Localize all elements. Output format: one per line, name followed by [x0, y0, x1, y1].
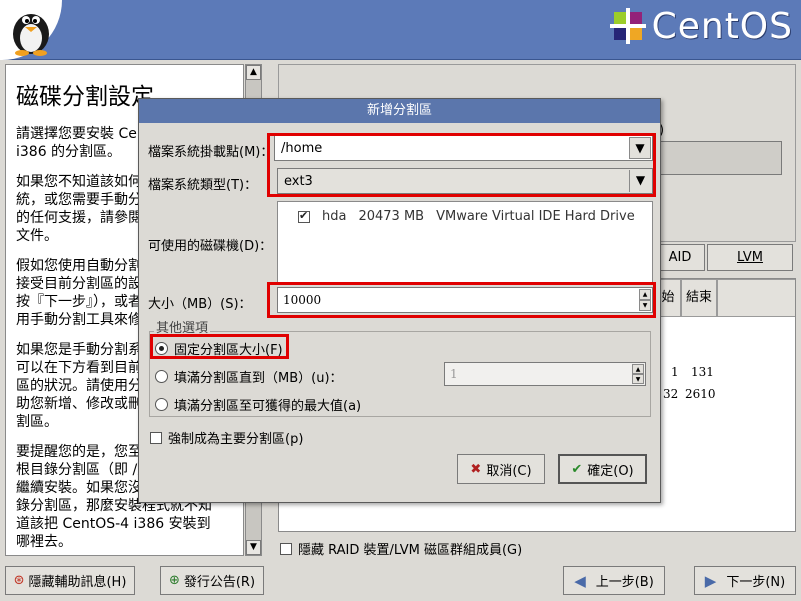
mount-point-value: /home: [281, 141, 323, 156]
left-arrow-icon: ◀: [574, 571, 586, 590]
fs-type-select[interactable]: ext3 ▼: [277, 168, 653, 194]
spinner-arrows[interactable]: ▲ ▼: [639, 289, 651, 311]
fs-type-value: ext3: [284, 174, 313, 189]
column-header-blank[interactable]: [717, 279, 795, 317]
fill-to-spinner[interactable]: 1 ▲ ▼: [444, 362, 646, 386]
back-button[interactable]: ◀ 上一步(B): [563, 566, 665, 595]
spin-up-icon[interactable]: ▲: [632, 364, 644, 374]
hide-raid-checkbox[interactable]: [280, 542, 292, 555]
next-label: 下一步(N): [726, 575, 786, 590]
centos-logo-text: CentOS: [651, 5, 793, 47]
mount-point-combo[interactable]: /home ▼: [274, 135, 653, 161]
scroll-down-arrow-icon[interactable]: ▼: [246, 540, 261, 555]
hide-help-label: 隱藏輔助訊息(H): [28, 575, 127, 590]
fill-to-radio[interactable]: [155, 370, 168, 383]
force-primary-checkbox[interactable]: [150, 431, 162, 444]
checkmark-icon: ✔: [571, 461, 583, 477]
hide-raid-checkbox-row[interactable]: 隱藏 RAID 裝置/LVM 磁區群組成員(G): [280, 539, 522, 558]
force-primary-label: 強制成為主要分割區(p): [168, 432, 304, 447]
chevron-down-icon[interactable]: ▼: [629, 170, 651, 192]
drive-checkbox[interactable]: [298, 209, 310, 223]
centos-logo: CentOS: [609, 5, 793, 47]
back-label: 上一步(B): [595, 575, 654, 590]
ok-label: 確定(O): [587, 463, 634, 479]
drive-row[interactable]: hda 20473 MB VMware Virtual IDE Hard Dri…: [298, 209, 647, 224]
fill-max-radio[interactable]: [155, 398, 168, 411]
size-spinner[interactable]: 10000 ▲ ▼: [277, 287, 653, 313]
release-notes-label: 發行公告(R): [183, 575, 256, 590]
spinner-arrows[interactable]: ▲ ▼: [632, 364, 644, 384]
table-cell-start: 32: [663, 387, 679, 401]
lvm-button[interactable]: LVM: [707, 244, 793, 271]
raid-button[interactable]: AID: [655, 244, 705, 271]
drives-label: 可使用的磁碟機(D)：: [148, 239, 273, 254]
document-icon: ⊕: [168, 573, 180, 588]
hide-help-button[interactable]: ⊛ 隱藏輔助訊息(H): [5, 566, 135, 595]
fixed-size-radio[interactable]: [155, 342, 168, 355]
drive-list[interactable]: hda 20473 MB VMware Virtual IDE Hard Dri…: [277, 201, 653, 283]
fixed-size-label: 固定分割區大小(F): [174, 343, 283, 358]
fixed-size-radio-row[interactable]: 固定分割區大小(F): [155, 339, 283, 358]
scroll-up-arrow-icon[interactable]: ▲: [246, 65, 261, 80]
fill-max-radio-row[interactable]: 填滿分割區至可獲得的最大值(a): [155, 395, 361, 414]
dialog-title: 新增分割區: [139, 99, 660, 123]
size-value: 10000: [283, 293, 322, 307]
chevron-down-icon[interactable]: ▼: [629, 137, 651, 159]
table-cell-start: 1: [671, 365, 679, 379]
fs-type-label: 檔案系統類型(T)：: [148, 178, 258, 193]
cancel-button[interactable]: ✖ 取消(C): [457, 454, 545, 484]
lifebuoy-icon: ⊛: [13, 573, 25, 588]
ok-button[interactable]: ✔ 確定(O): [558, 454, 647, 484]
spin-down-icon[interactable]: ▼: [632, 374, 644, 384]
hide-raid-label: 隱藏 RAID 裝置/LVM 磁區群組成員(G): [298, 543, 523, 558]
lvm-button-label: LVM: [737, 250, 763, 265]
fill-to-radio-row[interactable]: 填滿分割區直到（MB）(u)：: [155, 367, 343, 386]
release-notes-button[interactable]: ⊕ 發行公告(R): [160, 566, 264, 595]
fill-to-value: 1: [450, 367, 458, 381]
column-header-end[interactable]: 結束: [681, 279, 717, 317]
add-partition-dialog: 新增分割區 檔案系統掛載點(M)： /home ▼ 檔案系統類型(T)： ext…: [138, 98, 661, 503]
table-cell-end: 2610: [685, 387, 716, 401]
next-button[interactable]: ▶ 下一步(N): [694, 566, 796, 595]
spin-down-icon[interactable]: ▼: [639, 300, 651, 311]
force-primary-row[interactable]: 強制成為主要分割區(p): [150, 428, 303, 447]
drive-size: 20473 MB: [358, 209, 425, 224]
other-options-title: 其他選項: [154, 317, 211, 336]
header-banner: CentOS: [0, 0, 801, 60]
centos-emblem-icon: [609, 8, 646, 44]
cancel-label: 取消(C): [486, 463, 532, 479]
table-cell-end: 131: [691, 365, 714, 379]
drive-model: VMware Virtual IDE Hard Drive: [436, 209, 635, 224]
close-icon: ✖: [470, 461, 482, 477]
mount-point-label: 檔案系統掛載點(M)：: [148, 145, 274, 160]
spin-up-icon[interactable]: ▲: [639, 289, 651, 300]
size-label: 大小（MB）(S)：: [148, 297, 252, 312]
fill-to-label: 填滿分割區直到（MB）(u)：: [174, 371, 343, 386]
tux-penguin-logo: [0, 0, 62, 60]
drive-bar: [659, 141, 782, 175]
drive-name: hda: [322, 209, 347, 224]
fill-max-label: 填滿分割區至可獲得的最大值(a): [174, 399, 362, 414]
right-arrow-icon: ▶: [704, 571, 717, 590]
